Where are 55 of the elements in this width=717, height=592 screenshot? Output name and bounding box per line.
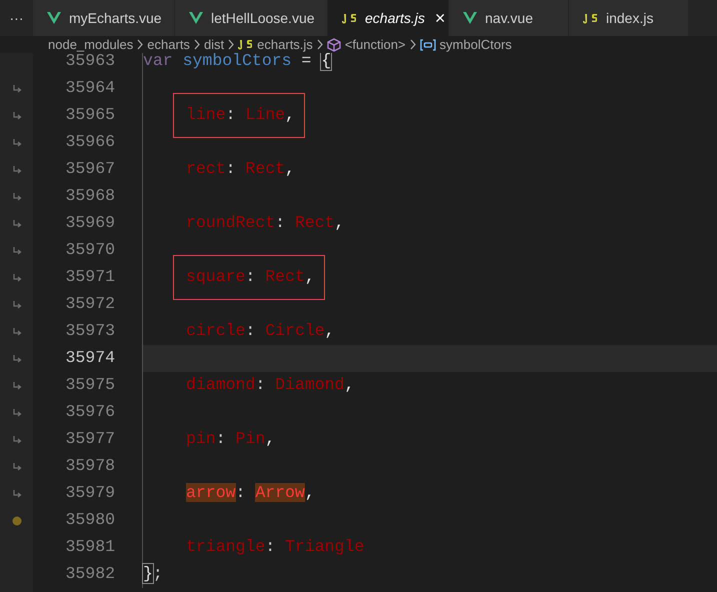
close-icon[interactable]: × (434, 4, 446, 32)
js-icon (238, 39, 254, 50)
line-number: 35964 (64, 77, 115, 100)
code-line: circle: Circle, (186, 320, 335, 342)
line-number: 35974 (64, 347, 115, 370)
line-number: 35976 (64, 401, 115, 424)
line-number: 35969 (64, 212, 115, 234)
breadcrumb-item[interactable]: symbolCtors (440, 34, 512, 54)
code-line: pin: Pin, (186, 428, 276, 450)
cube-icon (326, 38, 341, 52)
breadcrumb-item[interactable]: node_modules (48, 34, 134, 54)
line-number: 35978 (64, 455, 115, 478)
vue-icon (47, 12, 61, 24)
line-number: 35975 (64, 374, 115, 396)
file-tab[interactable]: echarts.js × (328, 0, 449, 36)
code-line: roundRect: Rect, (186, 212, 344, 234)
line-number: 35965 (64, 104, 115, 126)
line-number: 35970 (64, 239, 115, 262)
code-line: var symbolCtors = { (143, 53, 332, 72)
code-line: }; (143, 563, 163, 586)
js-icon (342, 12, 357, 24)
chevron-icon (410, 39, 416, 50)
code-line: diamond: Diamond, (186, 374, 354, 396)
breadcrumb-item[interactable]: echarts (147, 34, 190, 54)
line-number: 35966 (64, 131, 115, 154)
chevron-icon (194, 39, 200, 50)
vue-icon (189, 12, 203, 24)
line-number: 35982 (64, 563, 115, 586)
chevron-icon (228, 39, 234, 50)
file-tab[interactable]: nav.vue (449, 0, 569, 36)
chevron-icon (137, 39, 144, 50)
more-actions-button[interactable]: ··· (0, 0, 33, 36)
line-number: 35972 (64, 293, 115, 316)
line-number: 35981 (64, 536, 115, 558)
line-number: 35977 (64, 428, 115, 450)
file-tab[interactable]: myEcharts.vue (33, 0, 175, 36)
line-number: 35967 (64, 158, 115, 180)
breadcrumb-item[interactable]: dist (204, 34, 224, 54)
code-line: triangle: Triangle (186, 536, 364, 558)
breadcrumb-item[interactable]: <function> (344, 34, 406, 54)
js-icon (583, 12, 598, 24)
breadcrumb-item[interactable]: echarts.js (257, 34, 313, 54)
vue-icon (463, 12, 477, 24)
file-tab[interactable]: letHellLoose.vue (175, 0, 328, 36)
file-tab[interactable]: index.js (569, 0, 689, 36)
chevron-icon (316, 39, 323, 50)
line-number: 35979 (64, 482, 115, 504)
code-line: arrow: Arrow, (186, 482, 315, 504)
line-number: 35980 (64, 509, 115, 532)
code-line: rect: Rect, (186, 158, 295, 180)
line-number: 35971 (64, 266, 115, 288)
line-number: 35968 (64, 185, 115, 208)
line-number: 35963 (64, 53, 115, 72)
line-number: 35973 (64, 320, 115, 342)
variable-icon (420, 38, 436, 52)
